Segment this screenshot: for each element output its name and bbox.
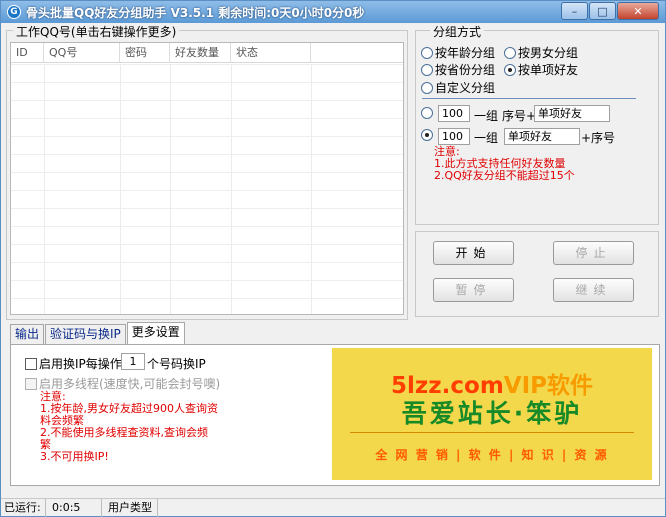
radio-custom-group-label: 自定义分组 xyxy=(435,81,496,95)
app-icon: G xyxy=(7,5,21,19)
banner-tagline: 全 网 营 销 | 软 件 | 知 识 | 资 源 xyxy=(375,448,609,462)
main-window: G 骨头批量QQ好友分组助手 V3.5.1 剩余时间:0天0小时0分0秒 – □… xyxy=(0,0,666,517)
grouping-group-label: 分组方式 xyxy=(430,23,485,40)
qq-account-table[interactable]: ID QQ号 密码 好友数量 状态 xyxy=(10,42,404,315)
pause-button[interactable]: 暂停 xyxy=(433,278,514,302)
radio-gender-group-label: 按男女分组 xyxy=(518,46,579,60)
radio-indicator[interactable] xyxy=(421,129,433,141)
checkbox-box[interactable] xyxy=(25,357,37,370)
promo-banner[interactable]: 5lzz.comVIP软件 吾爱站长·笨驴 全 网 营 销 | 软 件 | 知 … xyxy=(332,348,652,480)
stop-button[interactable]: 停止 xyxy=(553,241,634,265)
start-button[interactable]: 开始 xyxy=(433,241,514,265)
window-controls: – □ ✕ xyxy=(560,2,659,20)
column-header-qq[interactable]: QQ号 xyxy=(44,43,120,63)
running-label: 已运行: xyxy=(1,499,46,517)
radio-indicator[interactable] xyxy=(421,81,433,94)
resume-button[interactable]: 继续 xyxy=(553,278,634,302)
radio-custom-group[interactable]: 自定义分组 xyxy=(421,79,495,96)
minimize-button[interactable]: – xyxy=(561,2,588,20)
tab-output[interactable]: 输出 xyxy=(10,324,45,344)
ip-switch-suffix-label: 个号码换IP xyxy=(147,357,206,371)
ip-switch-count-input[interactable]: 1 xyxy=(121,353,145,370)
settings-notes: 注意: 1.按年龄,男女好友超过900人查询资 料会频繁 2.不能使用多线程查资… xyxy=(40,391,240,463)
banner-divider xyxy=(350,432,634,433)
tab-captcha-ip[interactable]: 验证码与换IP xyxy=(45,324,126,344)
radio-indicator[interactable] xyxy=(421,63,433,76)
group-name-input-2[interactable]: 单项好友 xyxy=(504,128,580,145)
column-header-status[interactable]: 状态 xyxy=(231,43,311,63)
column-header-id[interactable]: ID xyxy=(11,43,44,63)
tab-more-settings[interactable]: 更多设置 xyxy=(126,322,185,344)
radio-suffix-numbering[interactable] xyxy=(421,129,435,141)
radio-province-group[interactable]: 按省份分组 xyxy=(421,61,495,78)
close-button[interactable]: ✕ xyxy=(617,2,659,20)
divider-line xyxy=(422,98,636,99)
column-divider xyxy=(231,64,232,314)
status-bar: 已运行: 0:0:5 用户类型 xyxy=(1,498,665,517)
maximize-button[interactable]: □ xyxy=(589,2,616,20)
grouping-notes: 注意: 1.此方式支持任何好友数量 2.QQ好友分组不能超过15个 xyxy=(434,146,575,182)
checkbox-box[interactable] xyxy=(25,377,37,390)
window-title: 骨头批量QQ好友分组助手 V3.5.1 剩余时间:0天0小时0分0秒 xyxy=(26,5,365,20)
radio-indicator[interactable] xyxy=(504,46,516,59)
group-size-input-1[interactable]: 100 xyxy=(438,105,470,122)
multithread-label: 启用多线程(速度快,可能会封号噢) xyxy=(39,377,221,391)
note-line: 3.不可用换IP! xyxy=(40,450,109,463)
table-header: ID QQ号 密码 好友数量 状态 xyxy=(11,43,403,63)
ip-switch-checkbox[interactable]: 启用换IP每操作 xyxy=(25,355,122,372)
user-type-label: 用户类型 xyxy=(102,499,158,517)
column-divider xyxy=(44,64,45,314)
suffix-number-label: +序号 xyxy=(581,131,616,145)
note-line: 2.QQ好友分组不能超过15个 xyxy=(434,169,575,182)
radio-gender-group[interactable]: 按男女分组 xyxy=(504,44,578,61)
banner-main-title: 吾爱站长·笨驴 xyxy=(401,399,583,428)
qq-list-group-label: 工作QQ号(单击右键操作更多) xyxy=(13,23,180,40)
running-time: 0:0:5 xyxy=(46,499,102,517)
radio-prefix-numbering[interactable] xyxy=(421,107,435,119)
radio-province-group-label: 按省份分组 xyxy=(435,63,496,77)
per-group-label-2: 一组 xyxy=(474,131,499,145)
column-header-friend-count[interactable]: 好友数量 xyxy=(170,43,231,63)
radio-age-group[interactable]: 按年龄分组 xyxy=(421,44,495,61)
group-size-input-2[interactable]: 100 xyxy=(438,128,470,145)
radio-indicator[interactable] xyxy=(421,107,433,119)
column-divider xyxy=(311,64,312,314)
per-group-label-1: 一组 xyxy=(474,109,499,123)
ip-switch-label: 启用换IP每操作 xyxy=(39,357,122,371)
prefix-number-label: 序号+ xyxy=(502,109,537,123)
radio-single-friend-group[interactable]: 按单项好友 xyxy=(504,61,578,78)
radio-age-group-label: 按年龄分组 xyxy=(435,46,496,60)
title-bar[interactable]: G 骨头批量QQ好友分组助手 V3.5.1 剩余时间:0天0小时0分0秒 – □… xyxy=(1,1,665,23)
column-header-password[interactable]: 密码 xyxy=(120,43,170,63)
bottom-tabs: 输出 验证码与换IP 更多设置 xyxy=(10,322,186,344)
group-name-input-1[interactable]: 单项好友 xyxy=(534,105,610,122)
column-divider xyxy=(120,64,121,314)
column-divider xyxy=(170,64,171,314)
table-body[interactable] xyxy=(11,64,403,314)
radio-indicator[interactable] xyxy=(421,46,433,59)
radio-single-friend-group-label: 按单项好友 xyxy=(518,63,579,77)
radio-indicator[interactable] xyxy=(504,63,516,76)
note-line: 2.不能使用多线程查资料,查询会频 xyxy=(40,426,208,439)
